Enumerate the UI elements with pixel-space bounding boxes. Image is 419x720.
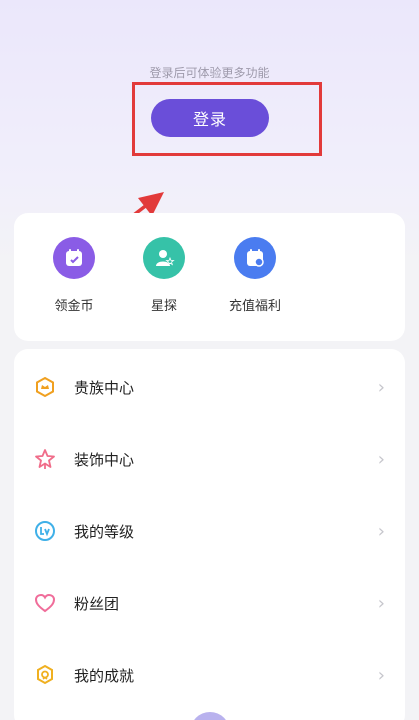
login-hint: 登录后可体验更多功能 bbox=[149, 66, 270, 80]
menu-item-label: 贵族中心 bbox=[74, 378, 135, 397]
menu-item-decoration-center[interactable]: 装饰中心 › bbox=[14, 423, 405, 495]
coin-calendar-icon bbox=[53, 237, 95, 279]
heart-icon bbox=[34, 592, 56, 614]
quick-actions-card: 领金币 星探 充值福利 bbox=[14, 213, 405, 341]
chevron-right-icon: › bbox=[377, 448, 385, 470]
quick-action-label: 充值福利 bbox=[228, 299, 281, 314]
menu-item-label: 我的成就 bbox=[74, 666, 135, 685]
noble-hexagon-icon bbox=[34, 376, 56, 398]
menu-item-label: 装饰中心 bbox=[74, 450, 135, 469]
quick-action-label: 领金币 bbox=[54, 299, 94, 314]
chevron-right-icon: › bbox=[377, 664, 385, 686]
decoration-star-icon bbox=[34, 448, 56, 470]
annotation-highlight-box bbox=[132, 82, 322, 156]
menu-item-fan-club[interactable]: 粉丝团 › bbox=[14, 567, 405, 639]
login-section: 登录后可体验更多功能 登录 bbox=[0, 0, 419, 280]
level-lv-icon bbox=[34, 520, 56, 542]
menu-item-label: 我的等级 bbox=[74, 522, 135, 541]
menu-item-achievements[interactable]: 我的成就 › bbox=[14, 639, 405, 711]
chevron-right-icon: › bbox=[377, 592, 385, 614]
chevron-right-icon: › bbox=[377, 520, 385, 542]
quick-action-gold-coins[interactable]: 领金币 bbox=[34, 237, 114, 314]
quick-action-recharge-benefits[interactable]: 充值福利 bbox=[215, 237, 295, 314]
quick-action-talent-scout[interactable]: 星探 bbox=[124, 237, 204, 314]
menu-item-label: 粉丝团 bbox=[74, 594, 120, 613]
menu-list-card: 贵族中心 › 装饰中心 › 我的等级 › 粉丝团 › 我的成就 › bbox=[14, 349, 405, 720]
user-star-icon bbox=[143, 237, 185, 279]
recharge-calendar-icon bbox=[234, 237, 276, 279]
menu-item-noble-center[interactable]: 贵族中心 › bbox=[14, 351, 405, 423]
chevron-right-icon: › bbox=[377, 376, 385, 398]
achievement-badge-icon bbox=[34, 664, 56, 686]
menu-item-my-level[interactable]: 我的等级 › bbox=[14, 495, 405, 567]
quick-action-label: 星探 bbox=[150, 299, 177, 314]
